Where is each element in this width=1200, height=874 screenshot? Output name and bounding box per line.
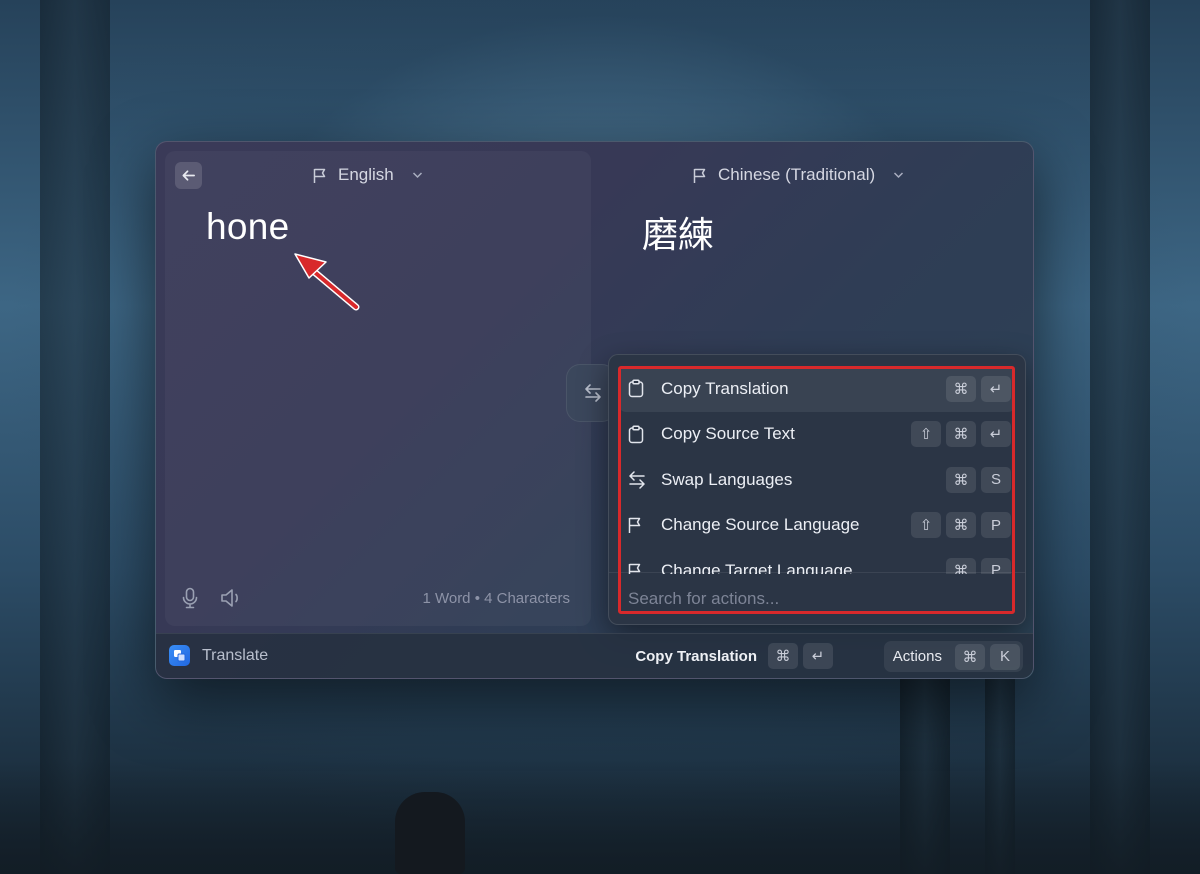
microphone-icon[interactable] [181, 587, 199, 609]
background-tree [40, 0, 110, 874]
action-copy-source-text[interactable]: Copy Source Text ⇧ ⌘ ↵ [619, 412, 1015, 458]
primary-action-label: Copy Translation [635, 647, 757, 665]
action-change-source-language[interactable]: Change Source Language ⇧ ⌘ P [619, 503, 1015, 549]
annotation-arrow-icon [294, 253, 360, 311]
shortcut-keys: ⌘ ↵ [946, 375, 1011, 402]
actions-list: Copy Translation ⌘ ↵ Copy Source Text ⇧ … [609, 355, 1025, 574]
clipboard-icon [627, 425, 649, 444]
actions-search-input[interactable] [628, 588, 968, 609]
key-cap: ⇧ [911, 512, 941, 539]
translate-app-icon [169, 645, 190, 666]
source-language-label: English [338, 165, 394, 184]
action-change-target-language[interactable]: Change Target Language ⌘ P [619, 548, 1015, 574]
chevron-down-icon [894, 172, 904, 179]
target-language-selector[interactable]: Chinese (Traditional) [692, 163, 904, 187]
key-cap: ⌘ [946, 421, 976, 448]
flag-icon [693, 168, 706, 183]
key-cap: ↵ [981, 421, 1011, 448]
key-cap: K [990, 643, 1020, 670]
key-cap: ⇧ [911, 421, 941, 448]
translated-text: 磨練 [642, 214, 715, 255]
key-cap: ⌘ [946, 466, 976, 493]
action-swap-languages[interactable]: Swap Languages ⌘ S [619, 457, 1015, 503]
source-text-input[interactable]: hone [206, 206, 290, 248]
key-cap: ⌘ [946, 375, 976, 402]
footer-app-title: Translate [202, 647, 269, 664]
primary-action-copy-translation[interactable]: Copy Translation ⌘ ↵ [635, 643, 833, 669]
chevron-down-icon [412, 172, 422, 179]
background-figure [395, 792, 465, 874]
flag-icon [313, 168, 326, 183]
key-cap: ↵ [803, 643, 833, 669]
key-cap: S [981, 466, 1011, 493]
arrow-left-icon [182, 170, 195, 181]
key-cap: ↵ [981, 375, 1011, 402]
flag-icon [627, 516, 649, 534]
swap-arrows-icon [585, 384, 601, 402]
footer-bar: Translate Copy Translation ⌘ ↵ Actions ⌘… [156, 633, 1033, 678]
key-cap: ⌘ [768, 643, 798, 669]
actions-panel: Copy Translation ⌘ ↵ Copy Source Text ⇧ … [608, 354, 1026, 625]
translate-window: English Chinese (Traditional) hone 磨練 1 … [155, 141, 1034, 679]
word-character-count: 1 Word • 4 Characters [422, 590, 570, 607]
swap-arrows-icon [627, 470, 649, 490]
source-language-selector[interactable]: English [312, 163, 423, 187]
back-button[interactable] [175, 162, 202, 189]
speaker-icon[interactable] [220, 587, 244, 609]
key-cap: ⌘ [946, 512, 976, 539]
action-label: Swap Languages [661, 469, 793, 489]
clipboard-icon [627, 379, 649, 398]
background-ground [0, 760, 1200, 874]
shortcut-keys: ⇧ ⌘ ↵ [911, 421, 1011, 448]
key-cap: ⌘ [955, 643, 985, 670]
actions-search-row [609, 572, 1025, 624]
shortcut-keys: ⌘ S [946, 466, 1011, 493]
actions-button-label: Actions [892, 648, 942, 665]
background-tree [1090, 0, 1150, 874]
key-cap: P [981, 512, 1011, 539]
action-label: Change Source Language [661, 515, 860, 535]
shortcut-keys: ⇧ ⌘ P [911, 512, 1011, 539]
action-label: Copy Source Text [661, 424, 795, 444]
action-label: Copy Translation [661, 378, 789, 398]
target-language-label: Chinese (Traditional) [718, 165, 876, 184]
actions-button[interactable]: Actions ⌘ K [883, 641, 1023, 672]
action-copy-translation[interactable]: Copy Translation ⌘ ↵ [619, 366, 1015, 412]
